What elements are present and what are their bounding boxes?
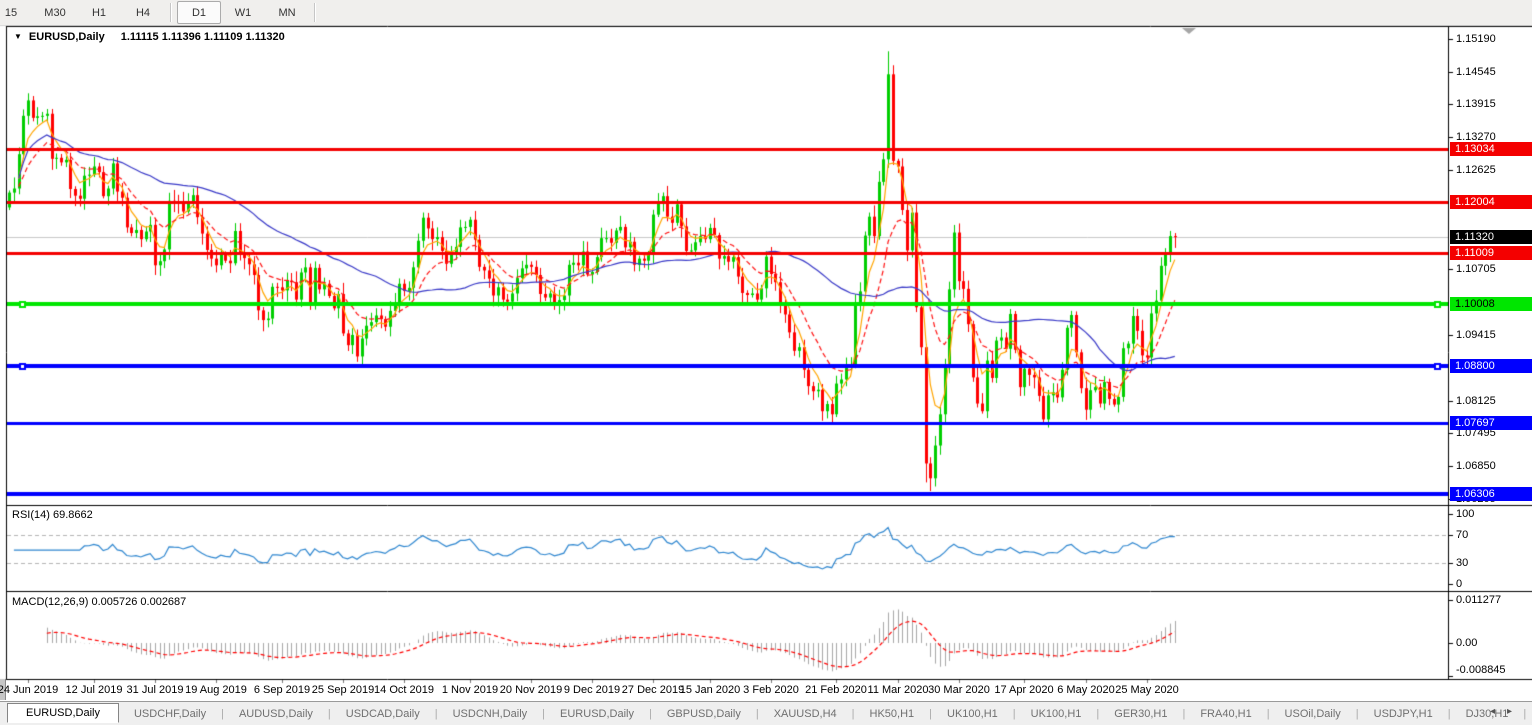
date-axis-label: 1 Nov 2019	[442, 684, 498, 696]
chart-tab-audusd-daily[interactable]: AUDUSD,Daily	[224, 705, 328, 723]
rsi-tick-label: 30	[1456, 557, 1468, 569]
macd-tick-label: -0.008845	[1456, 664, 1506, 676]
chart-tab-fra40-h1[interactable]: FRA40,H1	[1185, 705, 1266, 723]
chart-tab-eurusd-daily[interactable]: EURUSD,Daily	[7, 703, 119, 723]
date-axis-label: 9 Dec 2019	[564, 684, 620, 696]
price-tick-label: 1.15190	[1456, 33, 1496, 45]
rsi-tick-label: 70	[1456, 529, 1468, 541]
chart-tab-usdchf-daily[interactable]: USDCHF,Daily	[119, 705, 221, 723]
chart-tab-ger30-h1[interactable]: GER30,H1	[1099, 705, 1182, 723]
chart-tab-usoil-daily[interactable]: USOil,Daily	[1270, 705, 1356, 723]
chart-ohlc-values: 1.11115 1.11396 1.11109 1.11320	[121, 31, 285, 43]
chart-tab-usdcnh-daily[interactable]: USDCNH,Daily	[438, 705, 543, 723]
chart-title: ▼ EURUSD,Daily 1.11115 1.11396 1.11109 1…	[14, 31, 285, 43]
date-axis-label: 20 Nov 2019	[500, 684, 562, 696]
date-axis-label: 25 May 2020	[1115, 684, 1179, 696]
macd-label: MACD(12,26,9) 0.005726 0.002687	[12, 596, 186, 608]
date-axis-label: 25 Sep 2019	[312, 684, 374, 696]
rsi-tick-label: 0	[1456, 578, 1462, 590]
chart-dropdown-icon[interactable]: ▼	[14, 32, 22, 41]
hline-price-badge: 1.08800	[1450, 359, 1532, 373]
date-axis-label: 12 Jul 2019	[66, 684, 123, 696]
hline-price-badge: 1.10008	[1450, 297, 1532, 311]
hline-price-badge: 1.06306	[1450, 487, 1532, 501]
date-axis-label: 21 Feb 2020	[805, 684, 867, 696]
date-axis-label: 19 Aug 2019	[185, 684, 247, 696]
hline-price-badge: 1.07697	[1450, 416, 1532, 430]
macd-tick-label: 0.011277	[1456, 594, 1501, 606]
date-axis-label: 3 Feb 2020	[743, 684, 799, 696]
chart-tab-uk100-h1[interactable]: UK100,H1	[932, 705, 1013, 723]
price-tick-label: 1.10705	[1456, 263, 1496, 275]
tab-scroll-arrows[interactable]: ◂▸	[1490, 706, 1524, 717]
date-axis-label: 15 Jan 2020	[680, 684, 741, 696]
macd-tick-label: 0.00	[1456, 637, 1477, 649]
chart-tab-gbpusd-daily[interactable]: GBPUSD,Daily	[652, 705, 756, 723]
hline-price-badge: 1.11009	[1450, 246, 1532, 260]
date-axis-label: 31 Jul 2019	[127, 684, 184, 696]
date-axis-label: 6 Sep 2019	[254, 684, 310, 696]
price-tick-label: 1.09415	[1456, 329, 1496, 341]
date-axis-label: 30 Mar 2020	[928, 684, 990, 696]
date-axis-label: 6 May 2020	[1057, 684, 1114, 696]
date-axis-label: 27 Dec 2019	[622, 684, 684, 696]
hline-price-badge: 1.12004	[1450, 195, 1532, 209]
date-axis-label: 14 Oct 2019	[374, 684, 434, 696]
chart-tab-eurusd-daily[interactable]: EURUSD,Daily	[545, 705, 649, 723]
current-price-badge: 1.11320	[1450, 230, 1532, 244]
chart-tab-hk50-h1[interactable]: HK50,H1	[855, 705, 930, 723]
date-axis-label: 24 Jun 2019	[0, 684, 58, 696]
chart-tab-bar: EURUSD,DailyUSDCHF,Daily|AUDUSD,Daily|US…	[0, 701, 1532, 725]
chart-canvas[interactable]	[0, 0, 1532, 724]
price-tick-label: 1.12625	[1456, 164, 1496, 176]
price-tick-label: 1.08125	[1456, 395, 1496, 407]
chart-symbol-label: EURUSD,Daily	[29, 31, 105, 43]
chart-tab-usdcad-daily[interactable]: USDCAD,Daily	[331, 705, 435, 723]
rsi-label: RSI(14) 69.8662	[12, 509, 93, 521]
chart-tab-usdjpy-h1[interactable]: USDJPY,H1	[1359, 705, 1448, 723]
chart-tab-uk100-h1[interactable]: UK100,H1	[1016, 705, 1097, 723]
rsi-tick-label: 100	[1456, 508, 1474, 520]
price-tick-label: 1.06850	[1456, 460, 1496, 472]
date-axis-label: 17 Apr 2020	[994, 684, 1053, 696]
price-tick-label: 1.14545	[1456, 66, 1496, 78]
price-tick-label: 1.13915	[1456, 98, 1496, 110]
chart-tab-xauusd-h4[interactable]: XAUUSD,H4	[759, 705, 852, 723]
hline-price-badge: 1.13034	[1450, 142, 1532, 156]
date-axis-label: 11 Mar 2020	[868, 684, 929, 696]
trading-terminal: { "toolbar": { "timeframes": ["15","M30"…	[0, 0, 1532, 724]
